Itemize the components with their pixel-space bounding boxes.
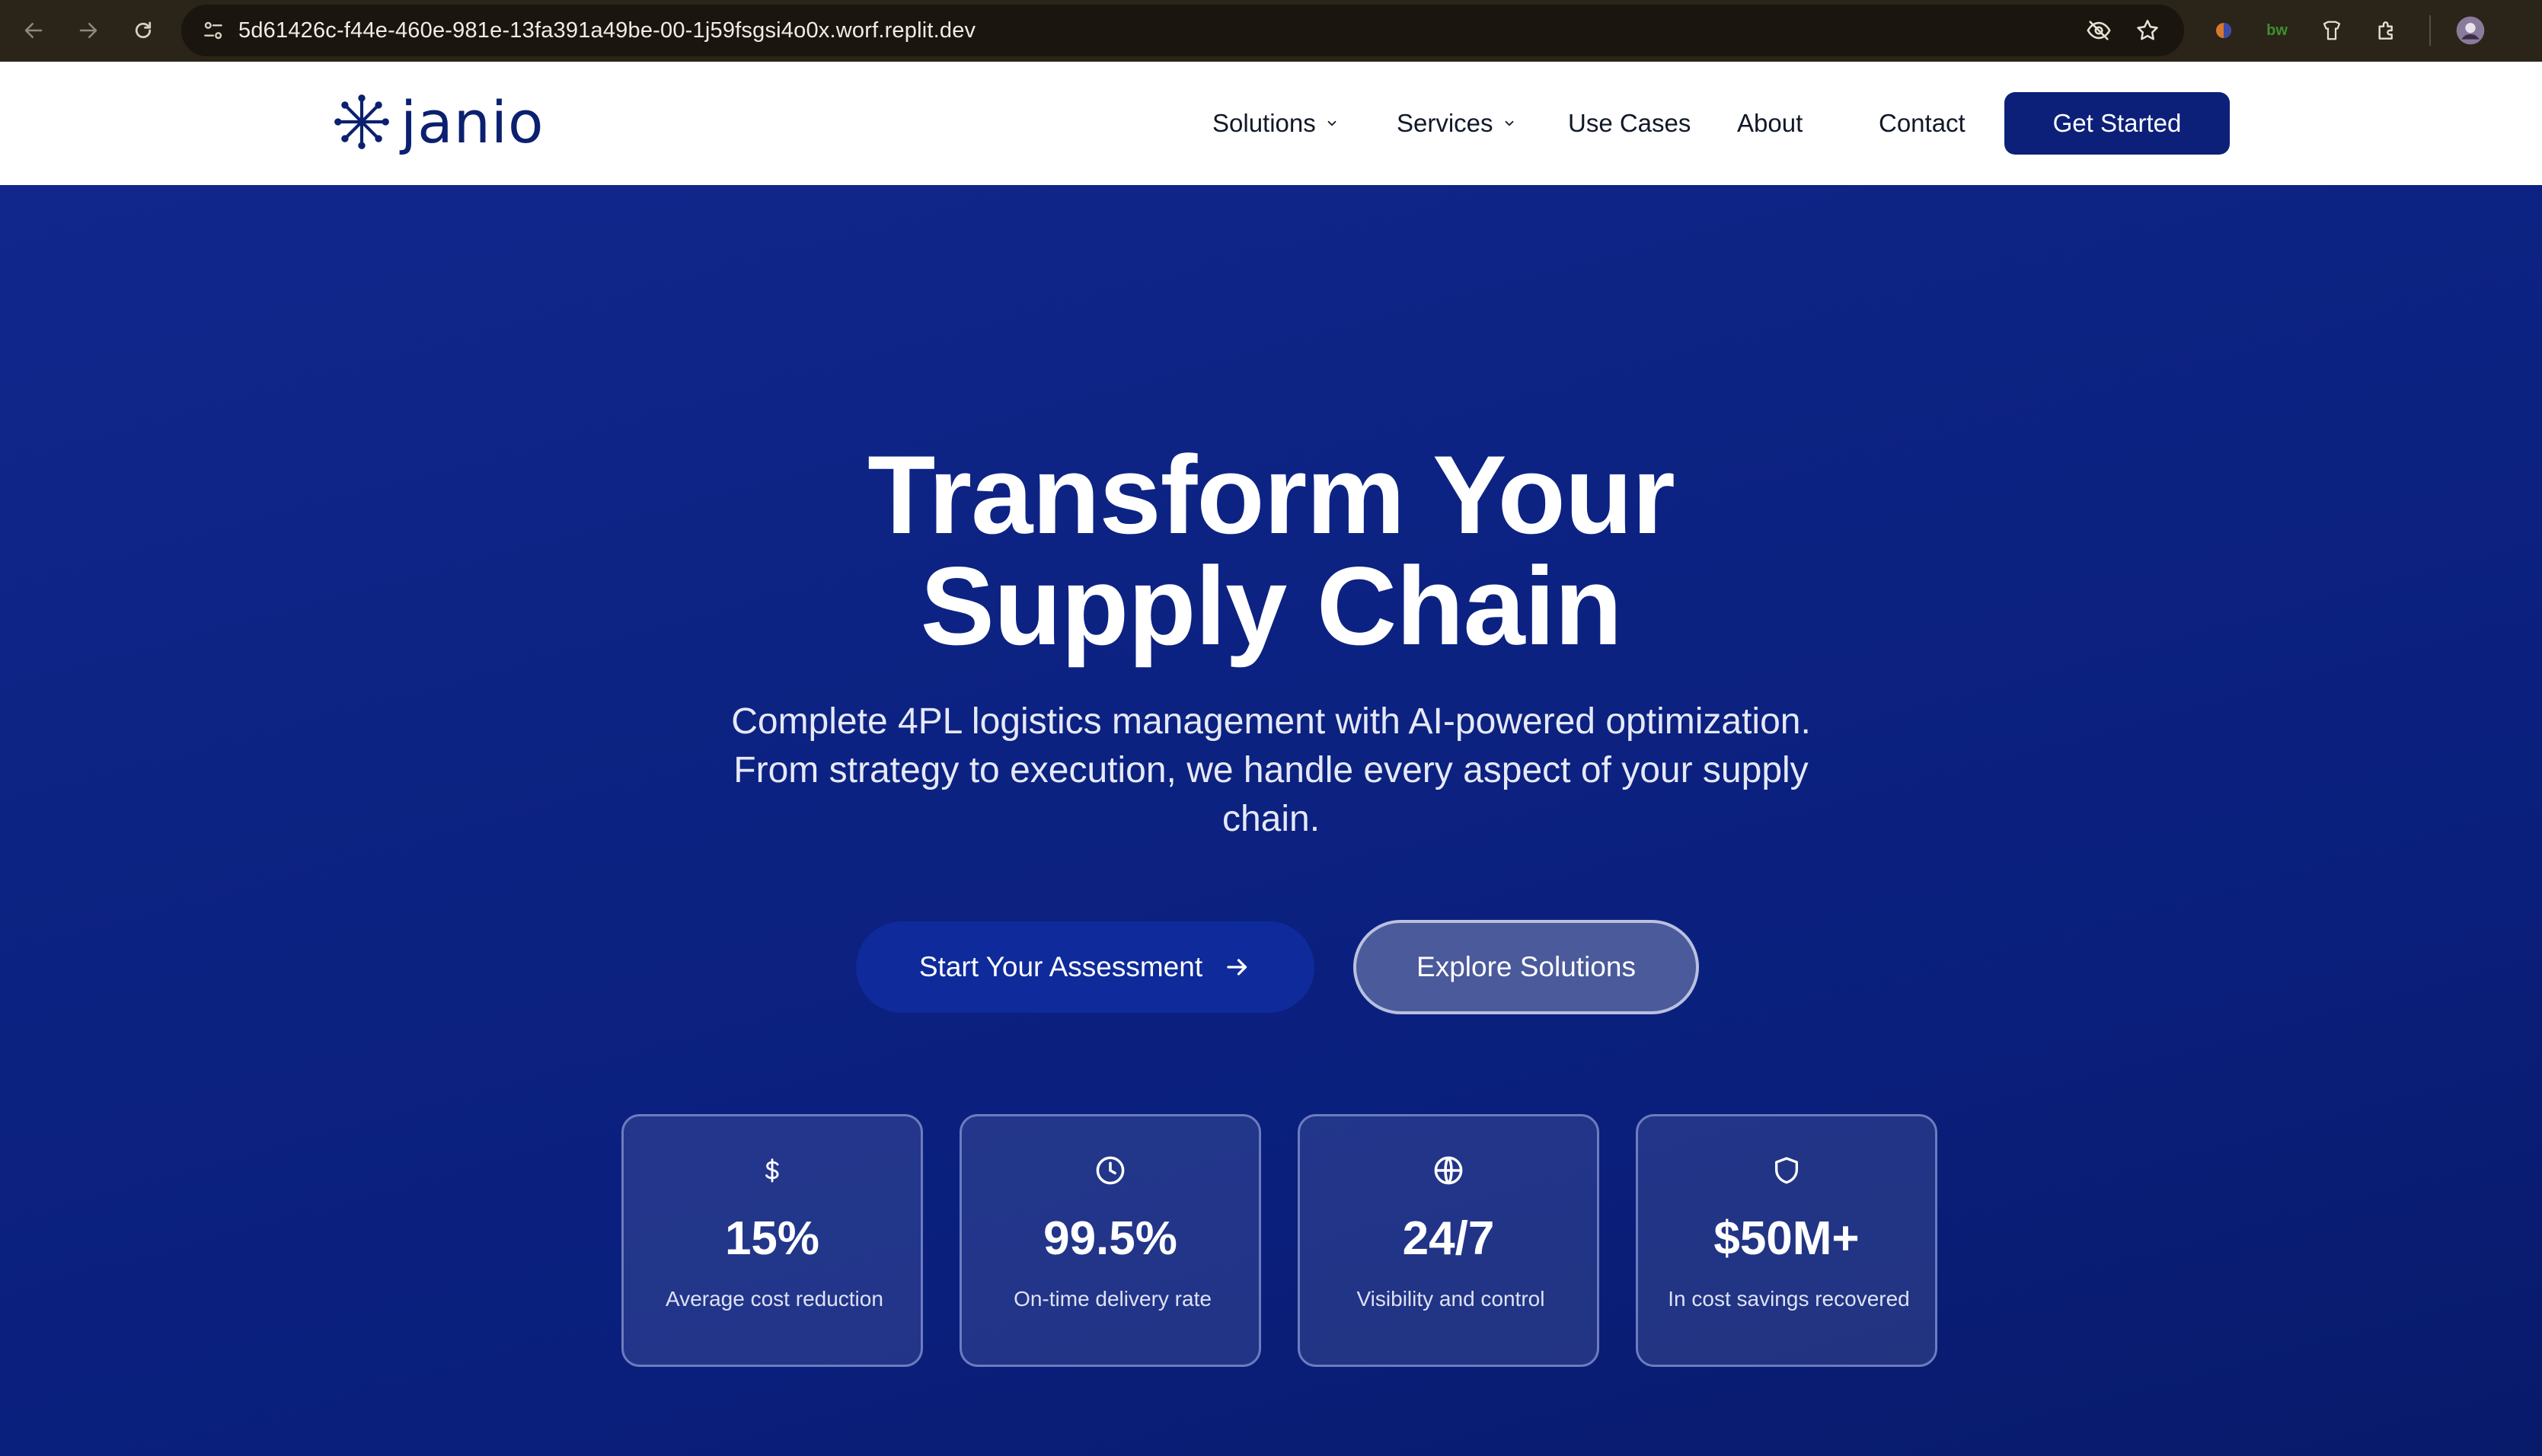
stat-card: $50M+ In cost savings recovered <box>1636 1114 1937 1367</box>
nav-solutions-label: Solutions <box>1212 109 1316 137</box>
chevron-down-icon <box>1503 117 1516 130</box>
site-header: janio Solutions Services Use Cases About… <box>0 62 2542 185</box>
hero-subtitle: Complete 4PL logistics management with A… <box>731 701 1811 839</box>
stat-label: On-time delivery rate <box>1014 1287 1212 1311</box>
stat-card: 24/7 Visibility and control <box>1298 1114 1599 1367</box>
logo-mark-icon <box>334 94 389 149</box>
hero-title-line-2: Supply Chain <box>920 544 1623 668</box>
extension-icon[interactable] <box>2314 12 2350 49</box>
url-text[interactable]: 5d61426c-f44e-460e-981e-13fa391a49be-00-… <box>238 12 976 49</box>
toolbar-divider <box>2429 15 2431 46</box>
logo[interactable]: janio <box>332 88 544 156</box>
dollar-icon <box>624 1153 921 1188</box>
browser-toolbar: 5d61426c-f44e-460e-981e-13fa391a49be-00-… <box>0 0 2542 62</box>
hero-title-line-1: Transform Your <box>867 433 1675 557</box>
nav-services-label: Services <box>1397 109 1493 137</box>
nav-services[interactable]: Services <box>1397 100 1516 147</box>
shield-icon <box>1638 1153 1935 1188</box>
star-icon[interactable] <box>2129 12 2166 49</box>
forward-icon[interactable] <box>72 14 105 47</box>
reload-icon[interactable] <box>126 14 160 47</box>
logo-text: janio <box>401 88 544 156</box>
start-assessment-button[interactable]: Start Your Assessment <box>856 921 1314 1013</box>
stat-value: $50M+ <box>1713 1212 1860 1265</box>
profile-avatar[interactable] <box>2452 12 2489 49</box>
arrow-right-icon <box>1224 953 1251 981</box>
site-info-icon[interactable] <box>196 14 230 47</box>
stat-value: 15% <box>724 1212 820 1265</box>
nav-solutions[interactable]: Solutions <box>1212 100 1339 147</box>
stat-label: Visibility and control <box>1356 1287 1545 1311</box>
nav-use-cases[interactable]: Use Cases <box>1568 100 1691 147</box>
clock-icon <box>962 1153 1259 1188</box>
stat-value: 24/7 <box>1402 1212 1495 1265</box>
eye-off-icon[interactable] <box>2081 12 2117 49</box>
stat-label: Average cost reduction <box>666 1287 883 1311</box>
explore-solutions-button[interactable]: Explore Solutions <box>1353 920 1699 1014</box>
hero-section: Transform Your Supply Chain Complete 4PL… <box>0 185 2542 1456</box>
stat-label: In cost savings recovered <box>1668 1287 1910 1311</box>
nav-about[interactable]: About <box>1737 100 1803 147</box>
puzzle-icon[interactable] <box>2368 12 2405 49</box>
chevron-down-icon <box>1325 117 1339 130</box>
extension-icon[interactable] <box>2205 12 2242 49</box>
start-assessment-label: Start Your Assessment <box>918 951 1203 982</box>
globe-icon <box>1300 1153 1597 1188</box>
stat-card: 15% Average cost reduction <box>621 1114 923 1367</box>
stat-card: 99.5% On-time delivery rate <box>960 1114 1261 1367</box>
back-icon[interactable] <box>17 14 50 47</box>
extension-icon[interactable]: bw <box>2259 12 2295 49</box>
nav-contact[interactable]: Contact <box>1879 100 1966 147</box>
get-started-button[interactable]: Get Started <box>2004 92 2230 155</box>
stat-value: 99.5% <box>1043 1212 1177 1265</box>
